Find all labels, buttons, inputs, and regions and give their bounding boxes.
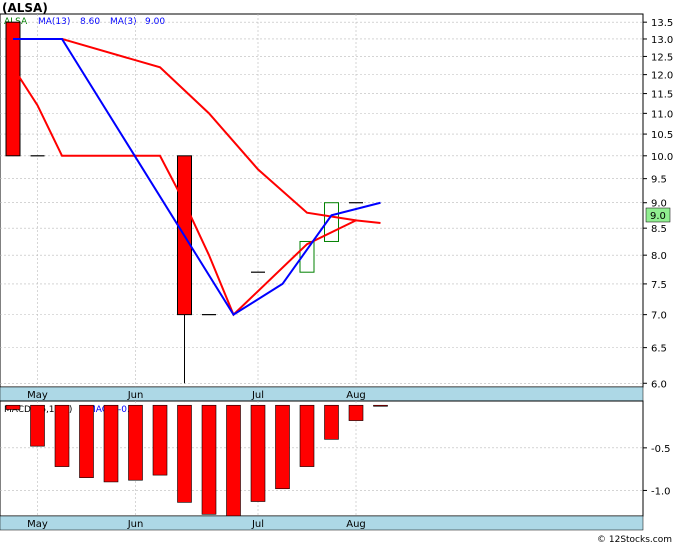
macd-month-band <box>0 515 644 531</box>
macd-bars <box>5 404 388 517</box>
macd-y-axis: -1.0 -0.5 <box>643 444 671 497</box>
price-month-label: May <box>27 390 48 401</box>
stock-chart: (ALSA) ALSA MA(13) 8.60 MA(3) 9.00 6.06.… <box>0 1 673 545</box>
macd-panel: MACD(26,12,9) MACD:-0.01 -1.0-0.5 <box>0 400 671 517</box>
price-tick-label: 6.5 <box>651 344 667 355</box>
ma3-line <box>13 37 381 317</box>
macd-bar <box>226 404 241 517</box>
price-tick-label: 6.0 <box>651 379 667 390</box>
macd-bar <box>79 404 94 478</box>
ma13-line <box>12 66 381 317</box>
price-tick-label: 10.5 <box>651 130 673 141</box>
price-tick-label: 7.0 <box>651 311 667 322</box>
last-price-tag: 9.0 <box>645 207 671 223</box>
price-y-axis: 6.0 6.5 7.0 7.5 8.0 8.5 9.0 9.5 10.0 10.5 11.0 11.5… <box>643 18 673 390</box>
price-tick-label: 7.5 <box>651 280 667 291</box>
macd-bar <box>5 404 21 410</box>
price-tick-label: 11.5 <box>651 90 673 101</box>
macd-bar <box>373 404 388 407</box>
macd-month-label: May <box>27 519 48 530</box>
macd-bar <box>152 404 168 476</box>
macd-month-label: Jul <box>251 519 264 530</box>
price-tick-label: 9.5 <box>651 175 667 186</box>
price-tick-label: 8.5 <box>651 224 667 235</box>
macd-bar <box>250 404 266 502</box>
macd-bar <box>275 404 290 490</box>
macd-tick-label: -1.0 <box>651 486 671 497</box>
price-month-label: Jul <box>251 390 264 401</box>
macd-panel-frame <box>0 400 644 517</box>
macd-month-label: Jun <box>127 519 144 530</box>
macd-bar <box>201 404 217 515</box>
macd-bar <box>348 404 364 421</box>
price-month-band <box>0 386 644 402</box>
price-tick-label: 8.0 <box>651 251 667 262</box>
macd-bar <box>299 404 315 467</box>
chart-title: (ALSA) <box>2 1 48 15</box>
macd-bar <box>324 404 339 440</box>
price-panel-frame <box>0 13 644 388</box>
macd-bar <box>128 404 143 481</box>
price-panel: 6.0 6.5 7.0 7.5 8.0 8.5 9.0 9.5 10.0 10.5 11.0 11.5… <box>0 13 673 390</box>
macd-bar <box>30 404 45 447</box>
macd-bar <box>103 404 119 483</box>
macd-month-label: Aug <box>346 519 366 530</box>
footer-credit: © 12Stocks.com <box>597 535 672 545</box>
price-tick-label: 13.0 <box>651 35 673 46</box>
price-tick-label: 13.5 <box>651 18 673 29</box>
moving-average-lines <box>12 37 381 317</box>
candle-body <box>5 21 21 157</box>
price-tick-label: 12.5 <box>651 52 673 63</box>
price-tick-label: 10.0 <box>651 152 673 163</box>
last-price-tag-text: 9.0 <box>650 211 666 222</box>
macd-bar <box>54 404 70 467</box>
price-grid <box>0 14 643 387</box>
macd-grid <box>0 401 643 516</box>
price-month-label: Jun <box>127 390 144 401</box>
macd-tick-label: -0.5 <box>651 444 671 455</box>
macd-bar <box>177 404 192 503</box>
price-month-label: Aug <box>346 390 366 401</box>
price-tick-label: 11.0 <box>651 109 673 120</box>
price-tick-label: 12.0 <box>651 71 673 82</box>
ma13-upper-line <box>61 38 357 222</box>
